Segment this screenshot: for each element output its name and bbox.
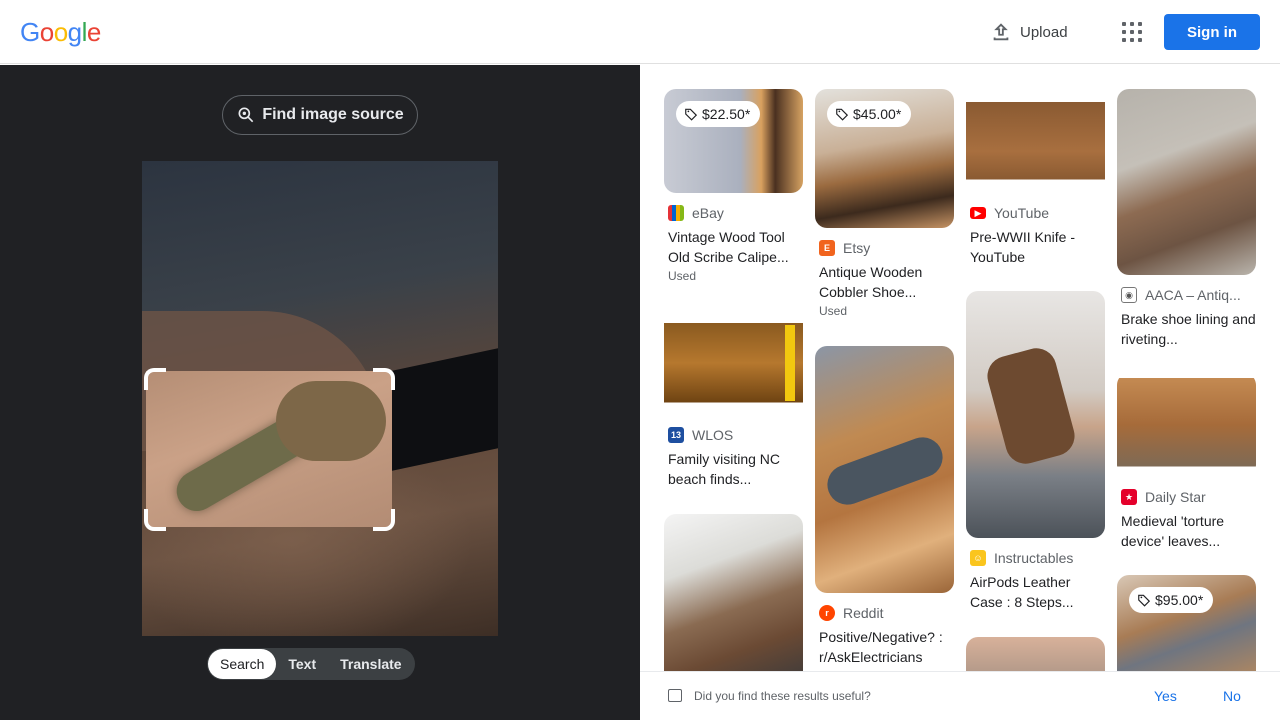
logo-letter-e: e — [86, 17, 101, 47]
upload-label: Upload — [1020, 23, 1068, 41]
feedback-icon — [668, 689, 682, 702]
upload-icon — [993, 23, 1009, 41]
lens-query-panel: Find image source Search Text Translate — [0, 65, 640, 720]
result-condition: Used — [668, 269, 697, 283]
result-source: r Reddit — [819, 605, 954, 621]
crop-handle-bottom-left[interactable] — [144, 509, 166, 531]
price-badge: $95.00* — [1129, 587, 1214, 613]
source-name: eBay — [692, 205, 724, 221]
result-thumbnail[interactable] — [966, 89, 1105, 193]
find-image-source-button[interactable]: Find image source — [222, 95, 418, 135]
upload-button[interactable]: Upload — [990, 18, 1068, 46]
top-bar: Google Upload Sign in — [0, 0, 1280, 64]
result-source: 13 WLOS — [668, 427, 803, 443]
result-thumbnail[interactable] — [664, 311, 803, 415]
selected-region[interactable] — [146, 371, 392, 527]
result-title[interactable]: Vintage Wood Tool Old Scribe Calipe... — [668, 227, 803, 267]
source-name: Instructables — [994, 550, 1074, 566]
result-source: ☺ Instructables — [970, 550, 1105, 566]
result-title[interactable]: Medieval 'torture device' leaves... — [1121, 511, 1256, 551]
wlos-icon: 13 — [668, 427, 684, 443]
logo-letter-g1: G — [20, 17, 40, 47]
result-source: eBay — [668, 205, 803, 221]
dailystar-icon: ★ — [1121, 489, 1137, 505]
result-title[interactable]: Family visiting NC beach finds... — [668, 449, 803, 489]
result-thumbnail[interactable] — [815, 346, 954, 593]
result-thumbnail[interactable] — [1117, 373, 1256, 477]
ebay-icon — [668, 205, 684, 221]
result-thumbnail[interactable] — [664, 514, 803, 671]
price-value: $22.50* — [702, 106, 751, 122]
sign-in-button[interactable]: Sign in — [1164, 14, 1260, 50]
source-name: WLOS — [692, 427, 734, 443]
etsy-icon: E — [819, 240, 835, 256]
crop-handle-top-left[interactable] — [144, 368, 166, 390]
find-image-source-label: Find image source — [262, 106, 404, 123]
result-card[interactable]: ☺ Instructables AirPods Leather Case : 8… — [966, 291, 1105, 612]
logo-letter-o2: o — [53, 17, 68, 47]
result-title[interactable]: AirPods Leather Case : 8 Steps... — [970, 572, 1105, 612]
source-name: YouTube — [994, 205, 1050, 221]
result-card[interactable]: $95.00* — [1117, 575, 1256, 671]
result-thumbnail[interactable]: $22.50* — [664, 89, 803, 193]
price-tag-icon — [1138, 594, 1151, 607]
result-card[interactable]: $22.50* eBay Vintage Wood Tool Old Scrib… — [664, 89, 803, 283]
tab-text[interactable]: Text — [276, 649, 328, 679]
price-badge: $22.50* — [676, 101, 761, 127]
aaca-icon: ◉ — [1121, 287, 1137, 303]
price-value: $95.00* — [1155, 592, 1204, 608]
result-title[interactable]: Pre-WWII Knife - YouTube — [970, 227, 1105, 267]
price-value: $45.00* — [853, 106, 902, 122]
result-card[interactable]: 13 WLOS Family visiting NC beach finds..… — [664, 311, 803, 489]
result-thumbnail[interactable] — [966, 637, 1105, 671]
result-source: ★ Daily Star — [1121, 489, 1256, 505]
feedback-bar: Did you find these results useful? Yes N… — [640, 671, 1280, 720]
tab-search[interactable]: Search — [208, 649, 277, 679]
source-name: AACA – Antiq... — [1145, 287, 1241, 303]
result-card[interactable] — [966, 637, 1105, 671]
result-thumbnail[interactable]: $45.00* — [815, 89, 954, 228]
lens-search-icon — [238, 107, 254, 123]
feedback-question: Did you find these results useful? — [694, 689, 871, 703]
result-card[interactable] — [664, 514, 803, 671]
results-grid: $22.50* eBay Vintage Wood Tool Old Scrib… — [640, 65, 1280, 671]
result-thumbnail[interactable] — [966, 291, 1105, 538]
logo-letter-g2: g — [67, 17, 82, 47]
result-source: E Etsy — [819, 240, 954, 256]
google-logo[interactable]: Google — [20, 17, 101, 48]
result-thumbnail[interactable]: $95.00* — [1117, 575, 1256, 671]
source-name: Daily Star — [1145, 489, 1206, 505]
source-name: Reddit — [843, 605, 884, 621]
lens-mode-tabs: Search Text Translate — [207, 648, 415, 680]
reddit-icon: r — [819, 605, 835, 621]
source-name: Etsy — [843, 240, 871, 256]
apps-grid-icon[interactable] — [1118, 18, 1146, 46]
result-card[interactable]: ◉ AACA – Antiq... Brake shoe lining and … — [1117, 89, 1256, 349]
crop-handle-bottom-right[interactable] — [373, 509, 395, 531]
result-condition: Used — [819, 304, 848, 318]
result-card[interactable]: ★ Daily Star Medieval 'torture device' l… — [1117, 373, 1256, 551]
price-tag-icon — [685, 108, 698, 121]
result-card[interactable]: r Reddit Positive/Negative? : r/AskElect… — [815, 346, 954, 667]
logo-letter-o1: o — [39, 17, 54, 47]
result-thumbnail[interactable] — [1117, 89, 1256, 275]
result-card[interactable]: ▶ YouTube Pre-WWII Knife - YouTube — [966, 89, 1105, 267]
tab-translate[interactable]: Translate — [328, 649, 413, 679]
price-badge: $45.00* — [827, 101, 912, 127]
price-tag-icon — [836, 108, 849, 121]
result-title[interactable]: Antique Wooden Cobbler Shoe... — [819, 262, 954, 302]
feedback-no-button[interactable]: No — [1223, 688, 1241, 704]
feedback-yes-button[interactable]: Yes — [1154, 688, 1177, 704]
instructables-icon: ☺ — [970, 550, 986, 566]
result-source: ▶ YouTube — [970, 205, 1105, 221]
result-title[interactable]: Positive/Negative? : r/AskElectricians — [819, 627, 954, 667]
result-source: ◉ AACA – Antiq... — [1121, 287, 1256, 303]
crop-handle-top-right[interactable] — [373, 368, 395, 390]
result-title[interactable]: Brake shoe lining and riveting... — [1121, 309, 1256, 349]
result-card[interactable]: $45.00* E Etsy Antique Wooden Cobbler Sh… — [815, 89, 954, 318]
youtube-icon: ▶ — [970, 207, 986, 219]
